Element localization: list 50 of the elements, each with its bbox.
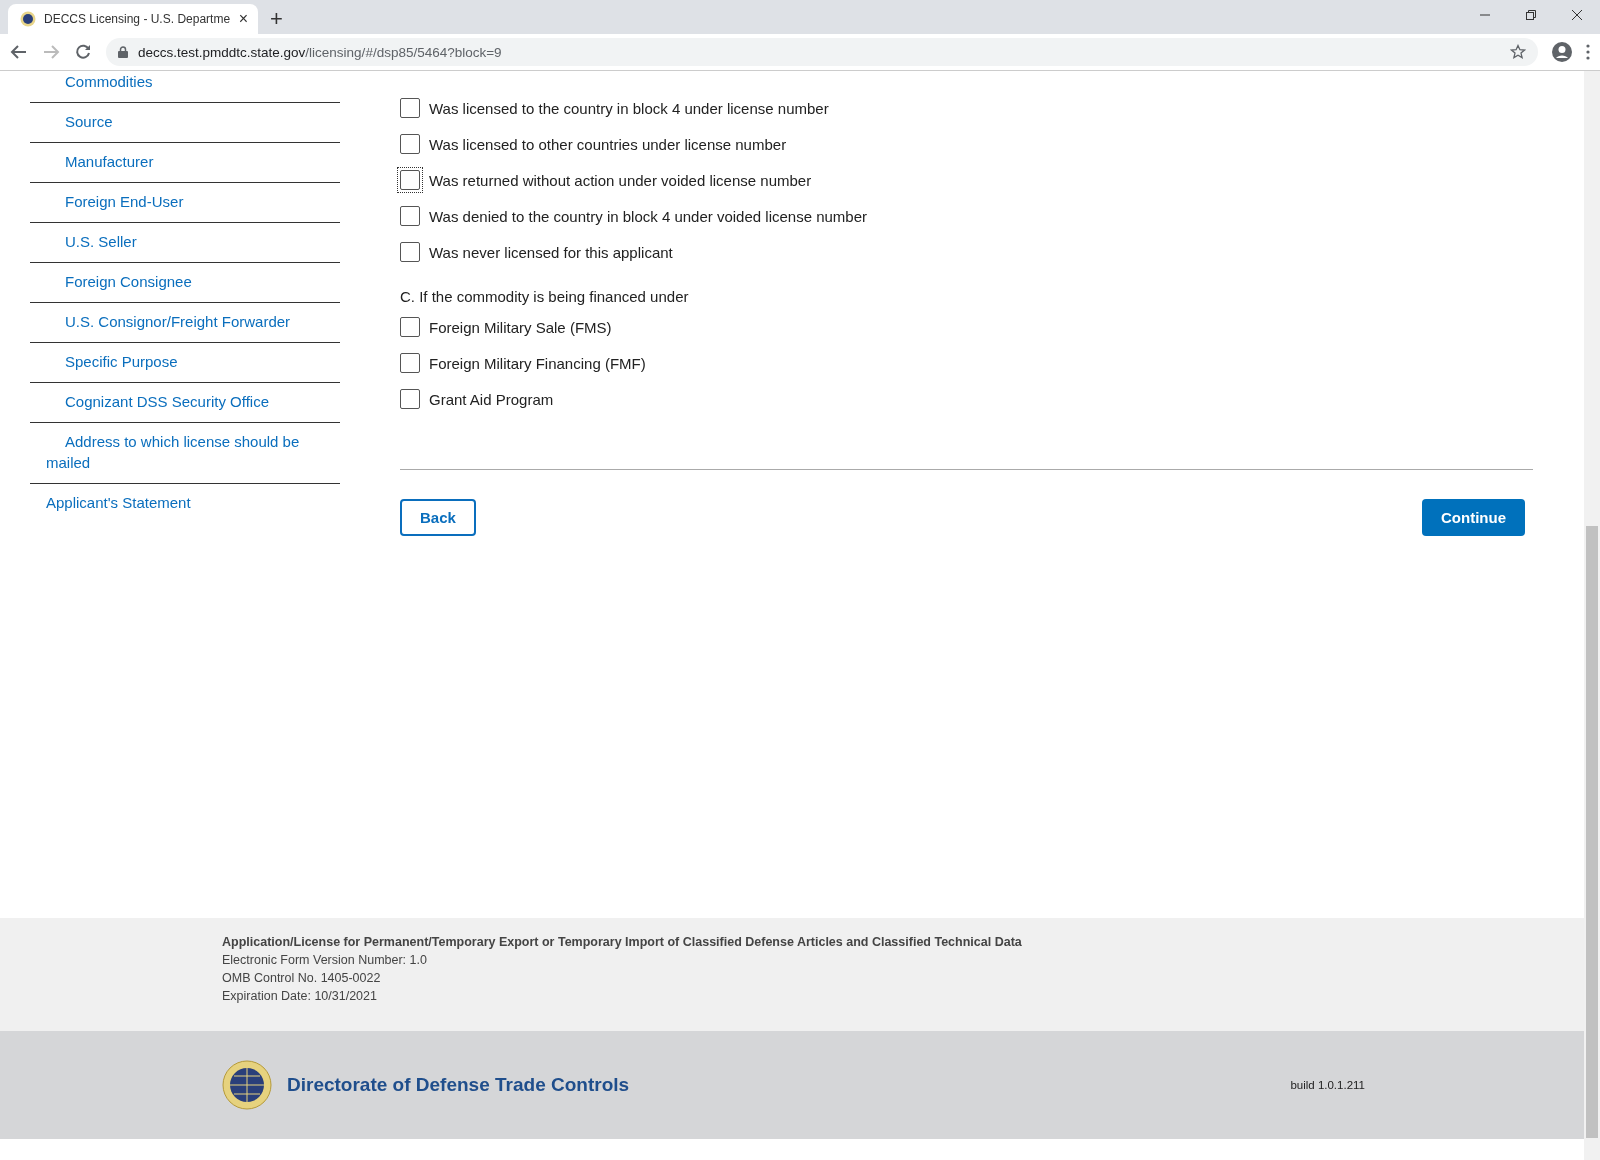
lock-icon <box>118 46 128 58</box>
organization-name: Directorate of Defense Trade Controls <box>287 1074 630 1096</box>
sidebar-link[interactable]: Foreign End-User <box>30 183 340 223</box>
form-info-line: OMB Control No. 1405-0022 <box>222 971 382 985</box>
sidebar-link[interactable]: Specific Purpose <box>30 343 340 383</box>
url-text: deccs.test.pmddtc.state.gov/licensing/#/dsp85/5464?block=9 <box>138 44 502 60</box>
checkbox-label: Foreign Military Sale (FMS) <box>429 318 612 336</box>
reload-icon[interactable] <box>74 43 92 61</box>
checkbox[interactable] <box>400 242 420 262</box>
address-bar[interactable]: deccs.test.pmddtc.state.gov/licensing/#/dsp85/5464?block=9 <box>106 38 1538 66</box>
sidebar-link[interactable]: Foreign Consignee <box>30 263 340 303</box>
tab-title: DECCS Licensing - U.S. Departme <box>44 12 231 26</box>
sidebar-link[interactable]: Manufacturer <box>30 143 340 183</box>
sidebar-link[interactable]: U.S. Consignor/Freight Forwarder <box>30 303 340 343</box>
sidebar-link[interactable]: Source <box>30 103 340 143</box>
browser-tab[interactable]: DECCS Licensing - U.S. Departme × <box>8 4 258 34</box>
new-tab-button[interactable]: + <box>270 6 283 32</box>
form-info-line: Electronic Form Version Number: 1.0 <box>222 953 428 967</box>
back-button[interactable]: Back <box>400 499 476 536</box>
checkbox-label: Was returned without action under voided license number <box>429 171 812 189</box>
checkbox-label: Was licensed to the country in block 4 under license number <box>429 99 829 117</box>
checkbox-label: Was never licensed for this applicant <box>429 243 673 261</box>
close-tab-button[interactable]: × <box>238 10 248 28</box>
form-title: Application/License for Permanent/Temporary Export or Temporary Import of Classified Defense Articles and Classified Technical Data <box>222 935 1023 949</box>
profile-icon[interactable] <box>1552 42 1572 62</box>
checkbox-label: Foreign Military Financing (FMF) <box>429 354 646 372</box>
checkbox-label: Was licensed to other countries under license number <box>429 135 787 153</box>
checkbox-label: Was denied to the country in block 4 under voided license number <box>429 207 868 225</box>
sidebar-link[interactable]: Commodities <box>30 71 340 103</box>
checkbox-label: Grant Aid Program <box>429 390 554 408</box>
menu-icon[interactable] <box>1586 44 1590 60</box>
sidebar-link[interactable]: Applicant's Statement <box>30 484 340 523</box>
checkbox[interactable] <box>400 353 420 373</box>
continue-button[interactable]: Continue <box>1422 499 1525 536</box>
sidebar-link[interactable]: U.S. Seller <box>30 223 340 263</box>
form-info-line: Expiration Date: 10/31/2021 <box>222 989 378 1003</box>
checkbox[interactable] <box>400 317 420 337</box>
checkbox[interactable] <box>400 389 420 409</box>
sidebar-link[interactable]: Cognizant DSS Security Office <box>30 383 340 423</box>
checkbox[interactable] <box>400 98 420 118</box>
seal-icon <box>222 1060 272 1110</box>
star-icon[interactable] <box>1510 44 1526 60</box>
sidebar-link[interactable]: Address to which license should be mailed <box>30 423 340 484</box>
build-number: build 1.0.1.211 <box>1290 1079 1365 1091</box>
back-arrow-icon[interactable] <box>10 43 28 61</box>
seal-icon <box>20 11 36 27</box>
scrollbar[interactable] <box>1584 71 1600 1160</box>
checkbox[interactable] <box>400 134 420 154</box>
section-heading: C. If the commodity is being financed under <box>400 288 690 305</box>
checkbox[interactable] <box>400 206 420 226</box>
